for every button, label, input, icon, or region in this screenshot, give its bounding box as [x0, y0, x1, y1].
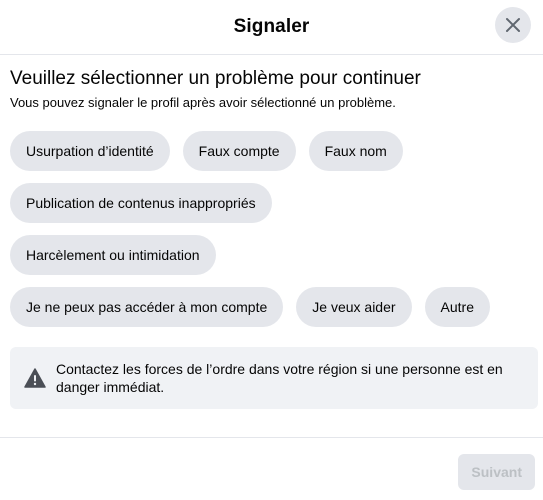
option-inappropriate-content[interactable]: Publication de contenus inappropriés [10, 183, 272, 223]
dialog-title: Signaler [233, 16, 310, 37]
option-impersonation[interactable]: Usurpation d’identité [10, 131, 170, 171]
option-fake-account[interactable]: Faux compte [182, 131, 296, 171]
problem-heading: Veuillez sélectionner un problème pour c… [10, 68, 421, 89]
warning-icon [24, 368, 46, 388]
dialog-footer: Suivant [0, 437, 543, 500]
option-account-access[interactable]: Je ne peux pas accéder à mon compte [10, 287, 284, 327]
option-row: Harcèlement ou intimidation [10, 235, 533, 275]
option-other[interactable]: Autre [424, 287, 491, 327]
dialog-body: Veuillez sélectionner un problème pour c… [0, 55, 543, 409]
problem-options: Usurpation d’identité Faux compte Faux n… [10, 131, 533, 327]
close-button[interactable] [495, 7, 531, 43]
emergency-notice: Contactez les forces de l’ordre dans vot… [10, 347, 538, 409]
option-row: Usurpation d’identité Faux compte Faux n… [10, 131, 533, 171]
option-want-to-help[interactable]: Je veux aider [296, 287, 412, 327]
notice-text: Contactez les forces de l’ordre dans vot… [56, 361, 503, 395]
close-icon [506, 18, 520, 32]
next-button[interactable]: Suivant [458, 454, 535, 490]
dialog-header: Signaler [0, 0, 543, 55]
option-fake-name[interactable]: Faux nom [308, 131, 403, 171]
option-row: Je ne peux pas accéder à mon compte Je v… [10, 287, 533, 327]
option-row: Publication de contenus inappropriés [10, 183, 533, 223]
report-dialog: Signaler Veuillez sélectionner un problè… [0, 0, 543, 500]
option-harassment[interactable]: Harcèlement ou intimidation [10, 235, 216, 275]
problem-subheading: Vous pouvez signaler le profil après avo… [10, 95, 396, 110]
